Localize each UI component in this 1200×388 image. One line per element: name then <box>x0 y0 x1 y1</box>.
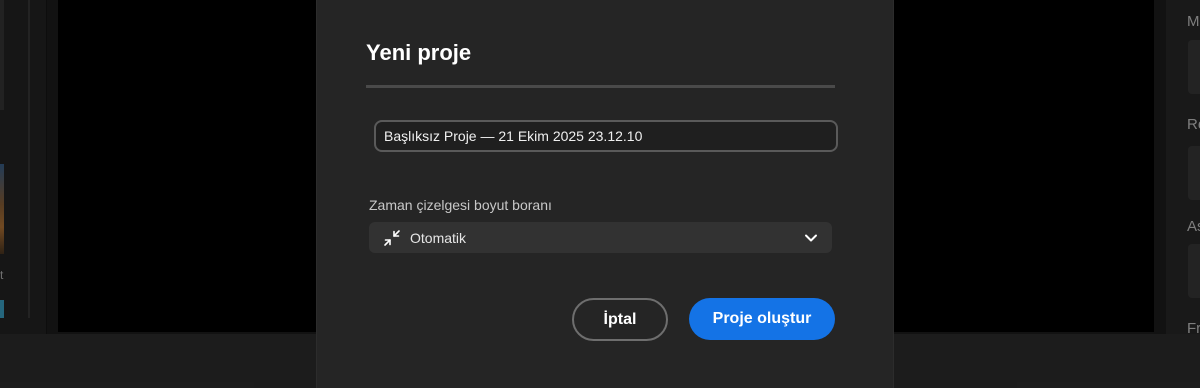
title-divider <box>366 85 835 88</box>
new-project-dialog: Yeni proje Zaman çizelgesi boyut boranı … <box>317 0 893 388</box>
chevron-down-icon <box>805 234 817 242</box>
timeline-scale-dropdown[interactable]: Otomatik <box>369 222 832 253</box>
cancel-button[interactable]: İptal <box>572 298 668 341</box>
app-window: t M Re As Fr Yeni proje Zaman çizelgesi … <box>0 0 1200 388</box>
dialog-title: Yeni proje <box>366 40 472 65</box>
timeline-scale-label: Zaman çizelgesi boyut boranı <box>369 197 552 213</box>
project-name-input[interactable] <box>374 120 838 152</box>
timeline-scale-value: Otomatik <box>410 230 467 246</box>
collapse-arrows-icon <box>384 230 400 246</box>
create-project-button[interactable]: Proje oluştur <box>689 298 835 340</box>
